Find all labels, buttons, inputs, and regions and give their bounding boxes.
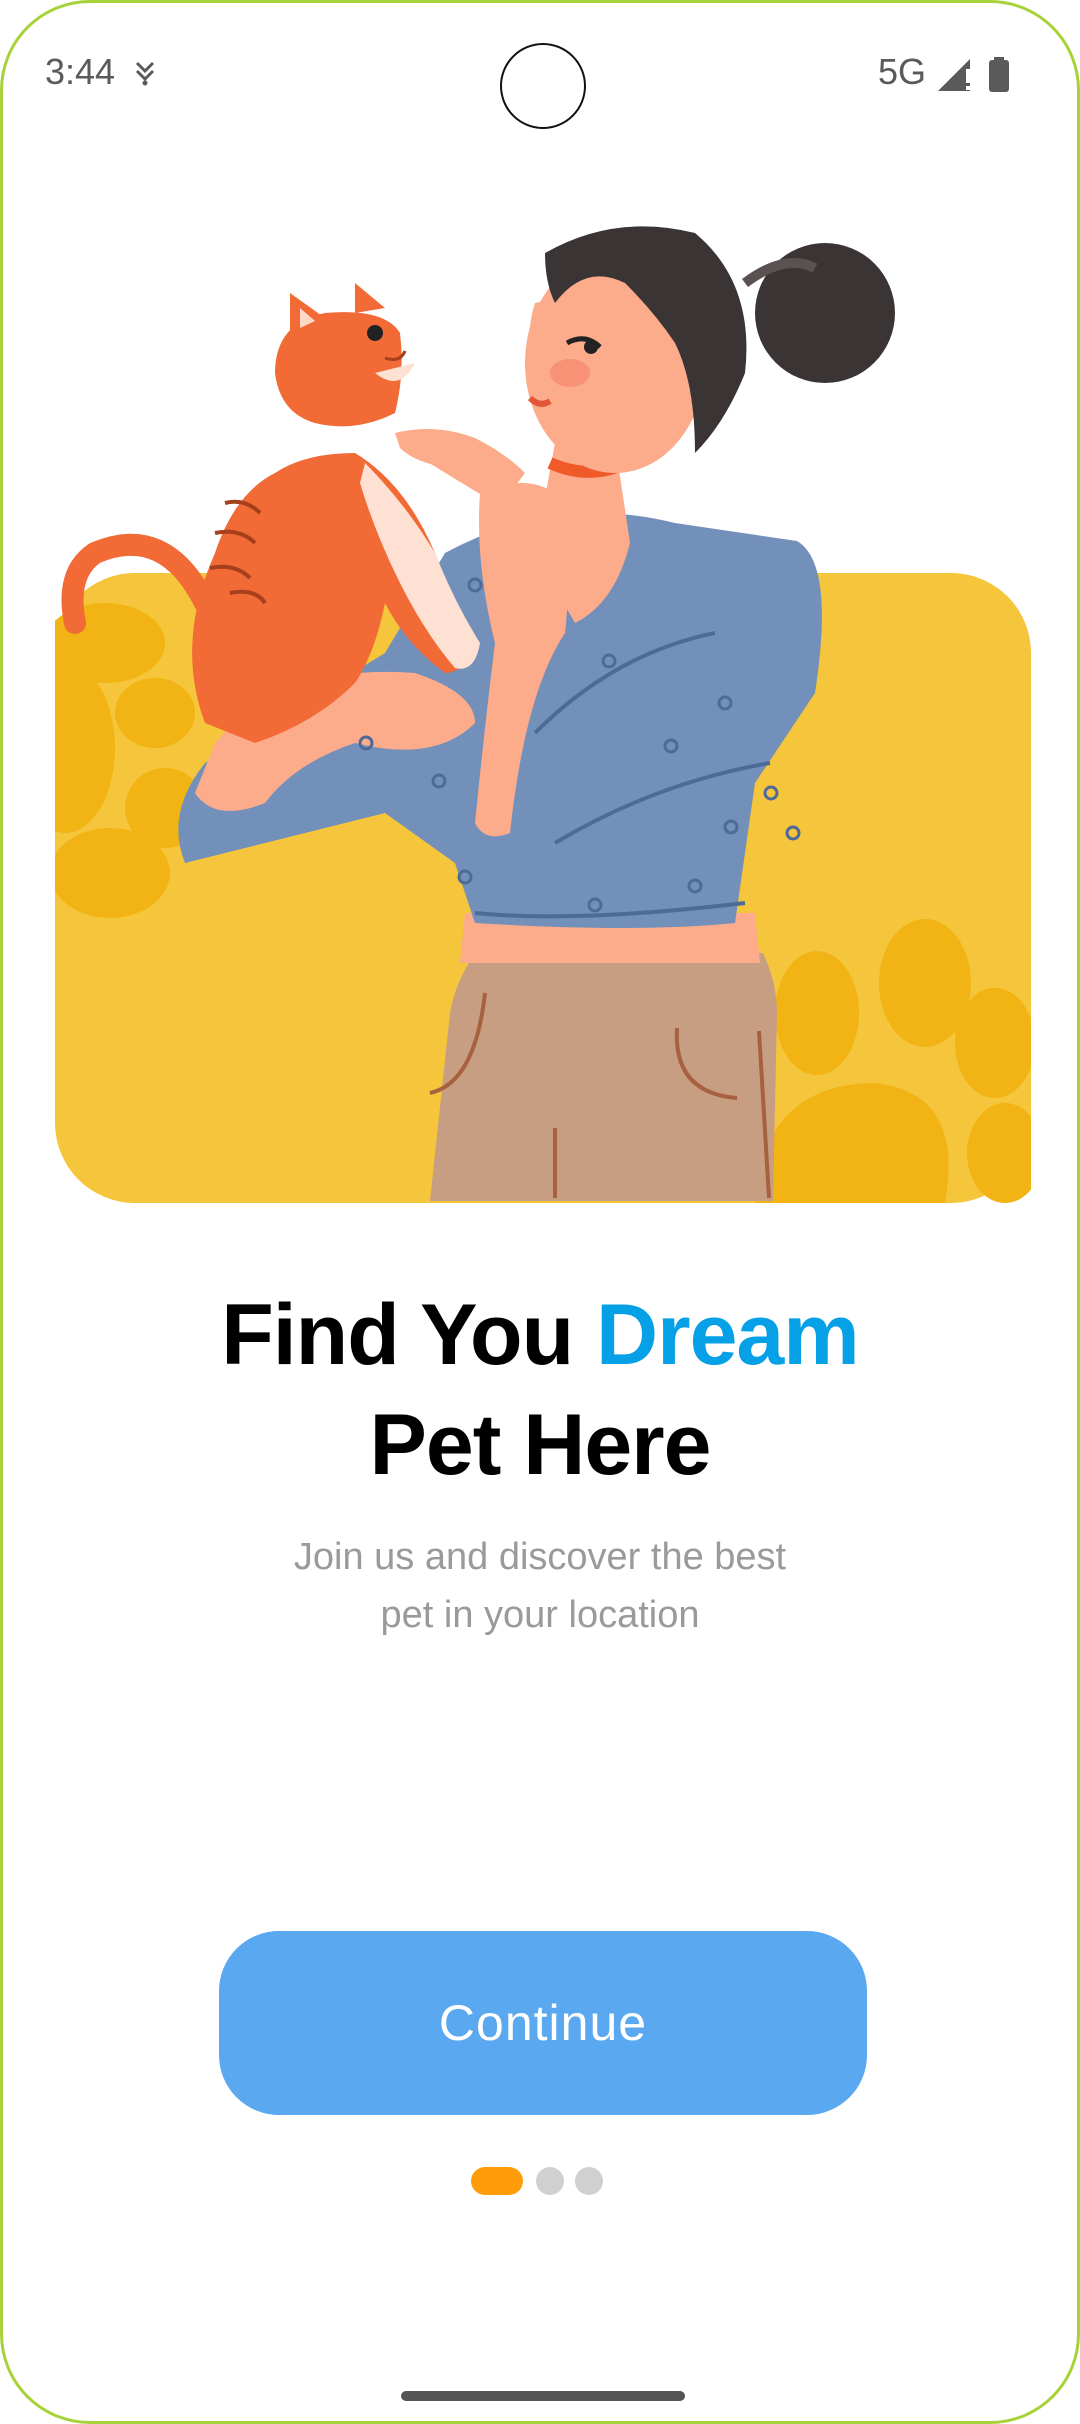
- onboarding-title-line2: Pet Here: [369, 1397, 712, 1493]
- page-dot-2[interactable]: [536, 2167, 564, 2195]
- camera-cutout: [500, 43, 586, 129]
- status-time: 3:44: [45, 51, 116, 92]
- phone-frame: 3:44 5G Find You Dream Pet Here Join us …: [0, 0, 1080, 2424]
- home-indicator[interactable]: [401, 2391, 685, 2401]
- page-dot-3[interactable]: [575, 2167, 603, 2195]
- page-dot-active[interactable]: [471, 2167, 523, 2195]
- status-bar: 3:44 5G: [3, 3, 1077, 143]
- battery-icon: [989, 57, 1009, 92]
- hero-illustration: [55, 226, 1031, 1203]
- onboarding-title-line1: Find You Dream: [3, 1286, 1077, 1385]
- title-accent: Dream: [596, 1287, 860, 1383]
- page-indicator: [3, 2167, 1077, 2197]
- onboarding-subtitle-line2: pet in your location: [380, 1594, 700, 1636]
- network-type: 5G: [878, 51, 927, 92]
- title-part1: Find You: [221, 1287, 597, 1383]
- onboarding-subtitle-line1: Join us and discover the best: [293, 1536, 787, 1578]
- signal-icon: [938, 59, 970, 91]
- continue-button[interactable]: Continue: [219, 1931, 867, 2115]
- location-arrow-icon: [135, 61, 155, 86]
